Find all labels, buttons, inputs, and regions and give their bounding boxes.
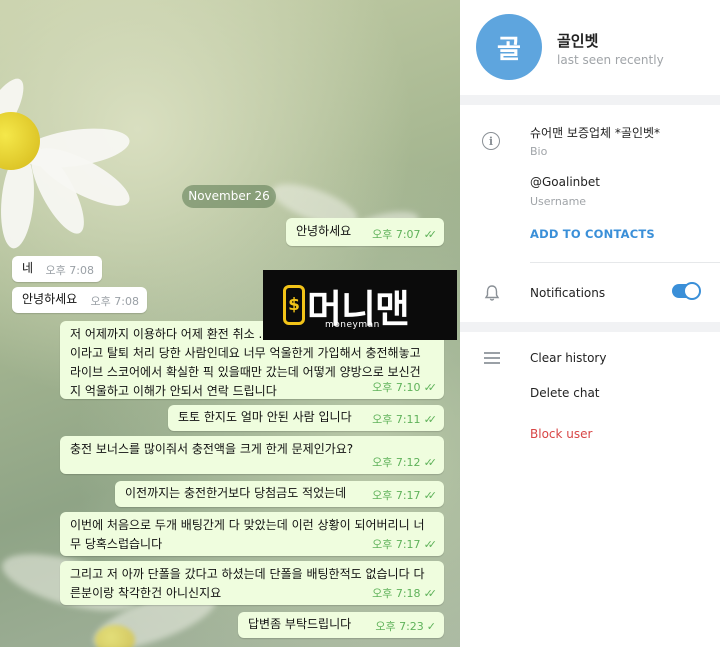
message-text: 답변좀 부탁드립니다 [248, 617, 352, 631]
message-bubble[interactable]: 충전 보너스를 많이줘서 충전액을 크게 한게 문제인가요? 오후 7:12 ✓✓ [60, 436, 444, 474]
message-bubble[interactable]: 안녕하세요 오후 7:07 ✓✓ [286, 218, 444, 246]
section-divider [460, 322, 720, 332]
moneyman-watermark-logo: $ 머니맨 moneyman [263, 270, 457, 340]
message-meta: 오후 7:08 [46, 261, 94, 280]
date-separator: November 26 [182, 185, 276, 208]
double-check-icon: ✓✓ [423, 413, 438, 426]
double-check-icon: ✓✓ [423, 538, 438, 551]
dollar-coin-icon: $ [283, 285, 305, 325]
message-text: 토토 한지도 얼마 안된 사람 입니다 [178, 410, 352, 424]
message-time: 오후 7:08 [45, 264, 94, 277]
message-meta: 오후 7:11 ✓✓ [372, 410, 438, 429]
message-bubble[interactable]: 답변좀 부탁드립니다 오후 7:23 ✓ [238, 612, 444, 638]
message-text: 충전 보너스를 많이줘서 충전액을 크게 한게 문제인가요? [70, 442, 354, 456]
message-meta: 오후 7:17 ✓✓ [372, 486, 438, 505]
section-divider [460, 95, 720, 105]
avatar[interactable]: 골 [476, 14, 542, 80]
profile-status: last seen recently [557, 53, 664, 67]
message-text: 안녕하세요 [296, 224, 352, 238]
clear-history-button[interactable]: Clear history [530, 351, 606, 365]
message-meta: 오후 7:17 ✓✓ [372, 535, 438, 554]
message-time: 오후 7:07 [372, 228, 421, 241]
notifications-toggle[interactable] [672, 282, 701, 300]
delete-chat-button[interactable]: Delete chat [530, 386, 600, 400]
message-meta: 오후 7:08 [91, 292, 139, 311]
message-text: 이전까지는 충전한거보다 당첨금도 적었는데 [125, 486, 347, 500]
message-bubble[interactable]: 안녕하세요 오후 7:08 [12, 287, 147, 313]
message-bubble[interactable]: 그리고 저 아까 단폴을 갔다고 하셨는데 단폴을 배팅한적도 없습니다 다 른… [60, 561, 444, 605]
double-check-icon: ✓✓ [423, 381, 438, 394]
bell-icon [484, 285, 500, 301]
message-time: 오후 7:12 [372, 456, 421, 469]
message-meta: 오후 7:07 ✓✓ [372, 225, 438, 244]
double-check-icon: ✓✓ [423, 489, 438, 502]
info-icon: i [482, 132, 500, 150]
double-check-icon: ✓✓ [423, 456, 438, 469]
toggle-knob [683, 282, 701, 300]
double-check-icon: ✓✓ [423, 228, 438, 241]
divider-line [530, 262, 720, 263]
single-check-icon: ✓ [426, 620, 436, 633]
message-bubble[interactable]: 토토 한지도 얼마 안된 사람 입니다 오후 7:11 ✓✓ [168, 405, 444, 431]
message-bubble[interactable]: 이번에 처음으로 두개 배팅간게 다 맞았는데 이런 상황이 되어버리니 너 무… [60, 512, 444, 556]
profile-name: 골인벳 [557, 32, 599, 50]
list-icon [484, 352, 500, 367]
message-time: 오후 7:08 [90, 295, 139, 308]
message-text: 네 [22, 261, 34, 275]
message-time: 오후 7:17 [372, 489, 421, 502]
notifications-label: Notifications [530, 286, 606, 300]
block-user-button[interactable]: Block user [530, 427, 592, 441]
double-check-icon: ✓✓ [423, 587, 438, 600]
message-meta: 오후 7:18 ✓✓ [372, 584, 438, 603]
profile-panel: 골 골인벳 last seen recently i 슈어맨 보증업체 *골인벳… [460, 0, 720, 647]
bio-label: Bio [530, 145, 548, 158]
add-to-contacts-button[interactable]: ADD TO CONTACTS [530, 227, 655, 241]
message-time: 오후 7:17 [372, 538, 421, 551]
message-meta: 오후 7:23 ✓ [375, 617, 436, 636]
watermark-subtext: moneyman [325, 320, 380, 330]
message-time: 오후 7:18 [372, 587, 421, 600]
username-label: Username [530, 195, 587, 208]
message-text: 안녕하세요 [22, 292, 78, 306]
message-time: 오후 7:11 [372, 413, 421, 426]
message-meta: 오후 7:12 ✓✓ [372, 453, 438, 472]
message-bubble[interactable]: 이전까지는 충전한거보다 당첨금도 적었는데 오후 7:17 ✓✓ [115, 481, 444, 507]
message-time: 오후 7:10 [372, 381, 421, 394]
message-bubble[interactable]: 네 오후 7:08 [12, 256, 102, 282]
username-value[interactable]: @Goalinbet [530, 175, 600, 189]
message-meta: 오후 7:10 ✓✓ [372, 378, 438, 397]
bio-value[interactable]: 슈어맨 보증업체 *골인벳* [530, 124, 660, 141]
message-time: 오후 7:23 [375, 620, 424, 633]
